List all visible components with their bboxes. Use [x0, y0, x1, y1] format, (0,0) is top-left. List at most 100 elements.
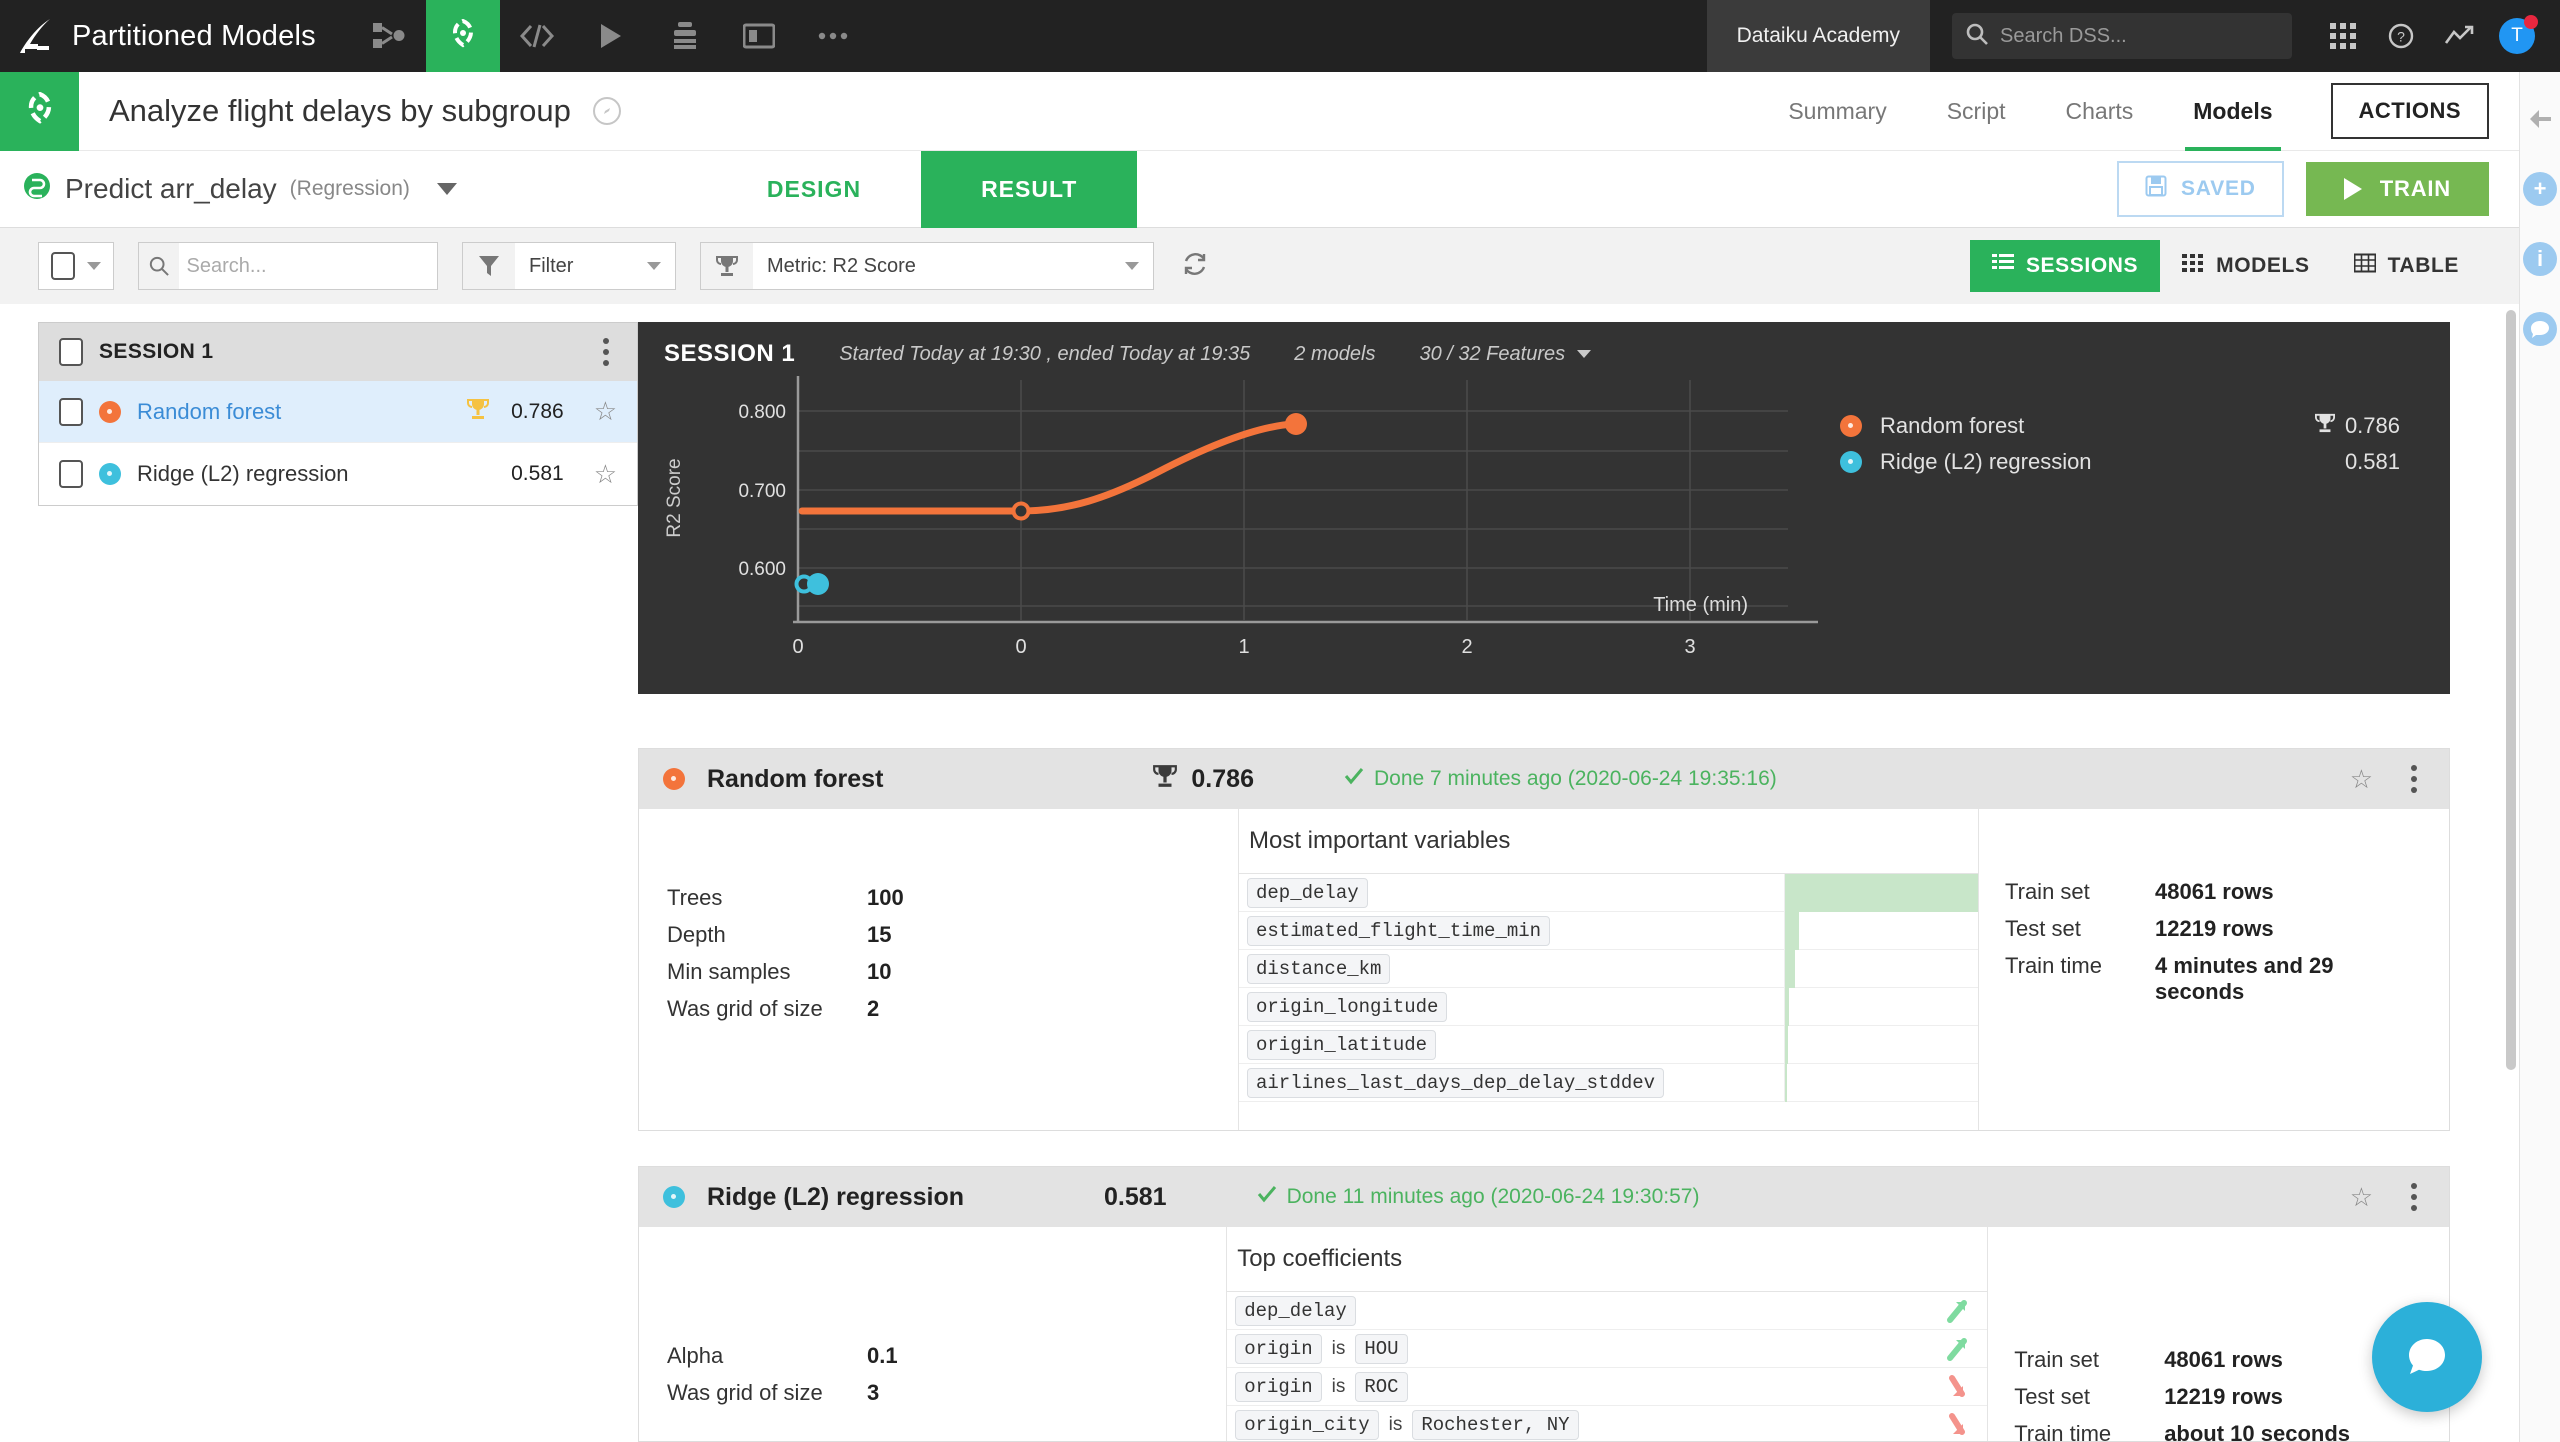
tab-charts[interactable]: Charts	[2036, 72, 2164, 151]
model-checkbox[interactable]	[59, 397, 83, 426]
select-all-dropdown[interactable]	[38, 242, 114, 290]
list-item-ridge[interactable]: Ridge (L2) regression 0.581 ☆	[39, 443, 637, 505]
page-scrollbar[interactable]	[2506, 310, 2516, 1370]
stat-key: Train time	[2005, 953, 2102, 978]
session-label: SESSION 1	[99, 340, 214, 363]
global-search-input[interactable]	[2000, 24, 2278, 48]
star-outline-icon[interactable]: ☆	[594, 396, 617, 427]
arrow-left-icon[interactable]	[2523, 102, 2557, 136]
avatar[interactable]: T	[2488, 15, 2546, 54]
star-outline-icon[interactable]: ☆	[2350, 764, 2373, 795]
variable-row: estimated_flight_time_min	[1239, 911, 1978, 950]
lab-icon[interactable]	[425, 0, 500, 72]
session-checkbox[interactable]	[59, 338, 83, 366]
model-card-random-forest: Random forest 0.786 Done 7 minutes ago (…	[638, 748, 2450, 1131]
variables-footer	[1239, 1102, 1978, 1130]
view-models[interactable]: MODELS	[2160, 240, 2331, 292]
global-search-box[interactable]	[1952, 13, 2292, 59]
view-table[interactable]: TABLE	[2332, 240, 2481, 292]
star-outline-icon[interactable]: ☆	[594, 459, 617, 490]
model-checkbox[interactable]	[59, 460, 83, 488]
model-card-name: Random forest	[707, 764, 884, 793]
tab-script[interactable]: Script	[1917, 72, 2036, 151]
scrollbar-thumb[interactable]	[2506, 310, 2516, 1070]
model-params: Alpha 0.1 Was grid of size 3	[639, 1227, 1228, 1441]
academy-link[interactable]: Dataiku Academy	[1706, 0, 1930, 72]
tab-summary[interactable]: Summary	[1758, 72, 1916, 151]
trophy-icon	[701, 243, 753, 289]
tab-summary-label: Summary	[1788, 97, 1887, 124]
stat-key: Train set	[2014, 1347, 2099, 1372]
check-icon	[1257, 1185, 1277, 1209]
param-key: Alpha	[667, 1342, 724, 1368]
coefficient-value: Rochester, NY	[1412, 1409, 1579, 1440]
tab-design[interactable]: DESIGN	[707, 151, 921, 228]
lab-badge-icon[interactable]	[0, 71, 79, 151]
code-icon[interactable]	[500, 0, 574, 72]
stat-key: Train set	[2005, 879, 2090, 904]
tab-models[interactable]: Models	[2163, 72, 2302, 151]
kebab-menu-icon[interactable]	[2403, 1179, 2425, 1215]
param-value: 100	[867, 884, 904, 910]
dashboard-icon[interactable]	[722, 0, 796, 72]
variable-bar-track	[1784, 911, 1978, 950]
academy-label: Dataiku Academy	[1736, 24, 1900, 47]
session-header[interactable]: SESSION 1	[39, 323, 637, 381]
kebab-menu-icon[interactable]	[595, 334, 617, 370]
automation-icon[interactable]	[648, 0, 722, 72]
star-outline-icon[interactable]: ☆	[2350, 1182, 2373, 1213]
flow-icon[interactable]	[352, 0, 426, 72]
legend-color-dot	[1840, 415, 1862, 437]
stat-row: Train time about 10 seconds	[2014, 1421, 2449, 1441]
train-button[interactable]: TRAIN	[2305, 162, 2489, 216]
model-card-header[interactable]: Random forest 0.786 Done 7 minutes ago (…	[639, 749, 2449, 809]
svg-text:2: 2	[1461, 636, 1472, 658]
chat-bubble-icon[interactable]	[2523, 312, 2557, 346]
caret-down-icon[interactable]	[436, 183, 457, 195]
predict-title-group[interactable]: Predict arr_delay (Regression)	[0, 171, 457, 208]
model-card-status: Done 11 minutes ago (2020-06-24 19:30:57…	[1257, 1185, 1699, 1209]
design-result-tabs: DESIGN RESULT	[707, 150, 1138, 228]
project-name[interactable]: Partitioned Models	[72, 0, 352, 72]
search-input[interactable]	[178, 254, 437, 278]
list-item-random-forest[interactable]: Random forest 0.786 ☆	[39, 381, 637, 443]
play-icon	[2343, 178, 2362, 200]
trending-up-icon[interactable]	[2430, 25, 2488, 47]
coefficient-name: origin_city	[1235, 1409, 1379, 1440]
variable-name-cell: origin_latitude	[1239, 1029, 1784, 1060]
filter-dropdown[interactable]: Filter	[462, 242, 676, 290]
checkbox-icon[interactable]	[51, 252, 75, 280]
search-input-wrap[interactable]	[138, 242, 438, 290]
dataiku-bird-logo[interactable]	[0, 0, 72, 72]
saved-button[interactable]: SAVED	[2116, 161, 2284, 217]
view-sessions[interactable]: SESSIONS	[1969, 240, 2161, 292]
compass-icon[interactable]	[592, 97, 621, 125]
svg-text:1: 1	[1238, 636, 1249, 658]
tab-result[interactable]: RESULT	[921, 150, 1138, 228]
model-card-header[interactable]: Ridge (L2) regression 0.581 Done 11 minu…	[639, 1167, 2449, 1227]
info-circle-icon[interactable]: i	[2523, 242, 2557, 276]
svg-text:3: 3	[1684, 636, 1695, 658]
model-card-score-wrap: 0.786	[1153, 763, 1254, 796]
stat-value: 12219 rows	[2155, 916, 2274, 941]
jobs-icon[interactable]	[574, 0, 648, 72]
more-icon[interactable]	[796, 0, 870, 72]
session-features-dropdown[interactable]: 30 / 32 Features	[1419, 343, 1592, 366]
svg-text:Time (min): Time (min)	[1653, 594, 1748, 616]
svg-text:R2 Score: R2 Score	[664, 458, 685, 537]
variable-row: origin_longitude	[1239, 987, 1978, 1026]
plus-circle-icon[interactable]: +	[2523, 172, 2557, 206]
filter-dropdown-body[interactable]: Filter	[515, 255, 675, 278]
apps-grid-icon[interactable]	[2314, 23, 2372, 49]
intercom-chat-icon[interactable]	[2372, 1302, 2482, 1412]
metric-dropdown-body[interactable]: Metric: R2 Score	[753, 255, 1153, 278]
refresh-icon[interactable]	[1182, 251, 1208, 282]
svg-text:0.600: 0.600	[738, 559, 786, 580]
project-name-label: Partitioned Models	[72, 19, 316, 52]
kebab-menu-icon[interactable]	[2403, 761, 2425, 797]
metric-dropdown[interactable]: Metric: R2 Score	[700, 242, 1154, 290]
variable-name: estimated_flight_time_min	[1247, 915, 1551, 946]
best-model-trophy-icon	[467, 397, 490, 426]
actions-button[interactable]: ACTIONS	[2330, 83, 2489, 139]
help-question-icon[interactable]: ?	[2372, 23, 2430, 49]
